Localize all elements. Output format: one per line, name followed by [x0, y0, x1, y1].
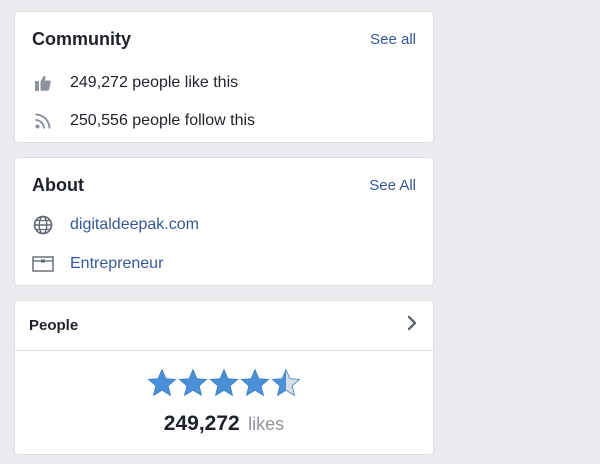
- website-link[interactable]: digitaldeepak.com: [70, 216, 199, 234]
- follows-row: 250,556 people follow this: [32, 109, 416, 133]
- rss-icon: [32, 110, 54, 132]
- category-row: Entrepreneur: [32, 252, 416, 276]
- about-header: About See All: [32, 174, 416, 196]
- star-icon: [178, 368, 208, 397]
- briefcase-icon: [32, 253, 54, 275]
- about-see-all-link[interactable]: See All: [369, 177, 416, 194]
- people-header[interactable]: People: [15, 301, 433, 351]
- community-see-all-link[interactable]: See all: [370, 31, 416, 48]
- people-likes-summary: 249,272 likes: [15, 412, 433, 436]
- likes-text: 249,272 people like this: [70, 74, 239, 91]
- rating-stars: [15, 368, 433, 398]
- category-link[interactable]: Entrepreneur: [70, 255, 163, 273]
- about-card: About See All digitaldeepak.com Entrepre…: [14, 157, 434, 286]
- star-icon: [240, 368, 270, 397]
- thumbs-up-icon: [32, 72, 54, 94]
- website-row: digitaldeepak.com: [32, 213, 416, 237]
- about-title: About: [32, 174, 84, 195]
- globe-icon: [32, 214, 54, 236]
- community-card: Community See all 249,272 people like th…: [14, 11, 434, 143]
- follows-text: 250,556 people follow this: [70, 112, 256, 129]
- likes-row: 249,272 people like this: [32, 71, 416, 95]
- star-icon: [147, 368, 177, 397]
- people-card: People 249,272 likes: [14, 300, 434, 455]
- community-title: Community: [32, 28, 131, 49]
- community-header: Community See all: [32, 28, 416, 50]
- people-title: People: [29, 317, 79, 334]
- star-icon: [271, 368, 301, 397]
- star-icon: [209, 368, 239, 397]
- likes-unit: likes: [248, 414, 285, 434]
- likes-count: 249,272: [163, 412, 240, 435]
- chevron-right-icon: [405, 315, 419, 336]
